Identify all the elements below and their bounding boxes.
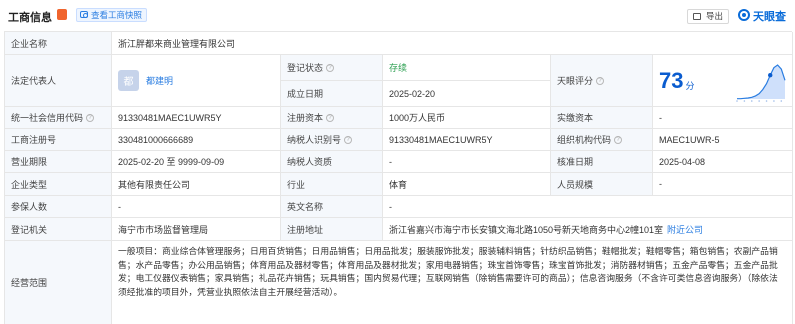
value-scope: 一般项目：商业综合体管理服务；日用百货销售；日用品销售；日用品批发；服装服饰批发…: [112, 241, 793, 324]
value-company-name: 浙江胖都来商业管理有限公司: [112, 32, 793, 55]
legal-rep-cell: 都 都建明: [112, 55, 281, 107]
view-snapshot-button[interactable]: 查看工商快照: [76, 8, 148, 22]
label-staff-size: 人员规模: [551, 173, 653, 196]
label-org-code: 组织机构代码?: [551, 129, 653, 151]
credit-code-label: 统一社会信用代码: [11, 113, 84, 123]
reg-capital-label: 注册资本: [287, 113, 324, 123]
value-business-term: 2025-02-20 至 9999-09-09: [112, 151, 281, 173]
value-registry: 海宁市市场监督管理局: [112, 218, 281, 241]
value-company-type: 其他有限责任公司: [112, 173, 281, 196]
value-reg-number: 330481000666689: [112, 129, 281, 151]
axis-dot: [780, 100, 783, 102]
label-reg-status: 登记状态?: [281, 55, 383, 81]
taxpayer-id-label: 纳税人识别号: [287, 135, 342, 145]
value-established: 2025-02-20: [383, 81, 551, 107]
brand-name: 天眼查: [753, 11, 786, 23]
label-tianyan-score: 天眼评分?: [551, 55, 653, 107]
help-icon[interactable]: ?: [344, 135, 353, 144]
label-taxpayer-id: 纳税人识别号?: [281, 129, 383, 151]
legal-rep-link[interactable]: 都建明: [146, 74, 173, 87]
label-registry: 登记机关: [5, 218, 112, 241]
eye-logo-icon: [738, 9, 750, 21]
org-code-label: 组织机构代码: [557, 135, 612, 145]
export-icon: [693, 13, 701, 20]
business-info-table: 企业名称 浙江胖都来商业管理有限公司 法定代表人 都 都建明 登记状态? 存续 …: [4, 31, 793, 324]
score-distribution-chart: [736, 64, 786, 102]
score-cell[interactable]: 73 分: [653, 55, 793, 107]
label-reg-number: 工商注册号: [5, 129, 112, 151]
label-credit-code: 统一社会信用代码?: [5, 107, 112, 129]
axis-dot: [773, 100, 775, 102]
label-company-type: 企业类型: [5, 173, 112, 196]
label-legal-rep: 法定代表人: [5, 55, 112, 107]
score-unit: 分: [685, 81, 695, 91]
export-button[interactable]: 导出: [687, 9, 729, 24]
value-reg-status: 存续: [383, 55, 551, 81]
axis-dot: [750, 100, 753, 102]
value-org-code: MAEC1UWR-5: [653, 129, 793, 151]
section-title: 工商信息: [8, 12, 52, 24]
value-credit-code: 91330481MAEC1UWR5Y: [112, 107, 281, 129]
label-address: 注册地址: [281, 218, 383, 241]
avatar: 都: [118, 70, 139, 91]
value-english-name: -: [383, 196, 793, 218]
camera-icon: [80, 11, 88, 18]
label-paid-capital: 实缴资本: [551, 107, 653, 129]
value-address: 浙江省嘉兴市海宁市长安镇文海北路1050号新天地商务中心2幢101室: [389, 224, 664, 235]
address-cell: 浙江省嘉兴市海宁市长安镇文海北路1050号新天地商务中心2幢101室 附近公司: [383, 218, 793, 241]
axis-dot: [758, 100, 760, 102]
label-insured: 参保人数: [5, 196, 112, 218]
axis-dot: [765, 100, 768, 102]
value-taxpayer-id: 91330481MAEC1UWR5Y: [383, 129, 551, 151]
snapshot-label: 查看工商快照: [91, 10, 143, 20]
help-icon[interactable]: ?: [326, 113, 335, 122]
value-paid-capital: -: [653, 107, 793, 129]
help-icon[interactable]: ?: [596, 76, 605, 85]
help-icon[interactable]: ?: [326, 63, 335, 72]
value-insured: -: [112, 196, 281, 218]
axis-dot: [736, 100, 738, 102]
label-business-term: 营业期限: [5, 151, 112, 173]
label-industry: 行业: [281, 173, 383, 196]
score-marker: [768, 73, 773, 78]
label-company-name: 企业名称: [5, 32, 112, 55]
help-icon[interactable]: ?: [614, 135, 623, 144]
label-english-name: 英文名称: [281, 196, 383, 218]
value-approval-date: 2025-04-08: [653, 151, 793, 173]
axis-dot: [743, 100, 746, 102]
label-reg-capital: 注册资本?: [281, 107, 383, 129]
header-bar: 工商信息 查看工商快照 导出 天眼查: [0, 0, 795, 30]
value-industry: 体育: [383, 173, 551, 196]
reg-status-label: 登记状态: [287, 63, 324, 73]
nearby-companies-link[interactable]: 附近公司: [667, 223, 703, 236]
value-reg-capital: 1000万人民币: [383, 107, 551, 129]
label-scope: 经营范围: [5, 241, 112, 324]
value-staff-size: -: [653, 173, 793, 196]
label-approval-date: 核准日期: [551, 151, 653, 173]
score-value: 73: [659, 67, 684, 93]
label-taxpayer-qual: 纳税人资质: [281, 151, 383, 173]
warning-badge-icon: [57, 9, 67, 20]
tianyan-score-label: 天眼评分: [557, 76, 594, 86]
label-established: 成立日期: [281, 81, 383, 107]
brand-logo: 天眼查: [738, 8, 786, 24]
export-label: 导出: [706, 11, 724, 21]
help-icon[interactable]: ?: [86, 113, 95, 122]
value-taxpayer-qual: -: [383, 151, 551, 173]
score-area: [737, 65, 785, 99]
